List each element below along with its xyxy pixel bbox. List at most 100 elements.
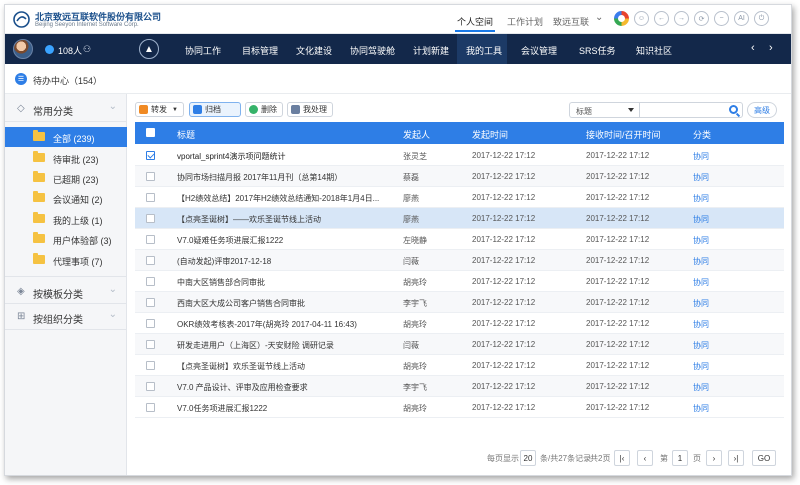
sidebar-item-overdue[interactable]: 已超期 (23) [5,168,127,188]
row-checkbox[interactable] [146,382,155,391]
search-input[interactable] [639,102,743,118]
chevron-down-icon[interactable]: ⌄ [595,12,603,23]
column-start-time[interactable]: 发起时间 [472,128,508,141]
power-icon[interactable]: ⏻ [754,11,769,26]
row-category[interactable]: 协同 [693,298,733,309]
row-title[interactable]: V7.0任务项进展汇报1222 [177,403,392,414]
chevron-right-icon[interactable]: › [769,42,773,54]
row-category[interactable]: 协同 [693,340,733,351]
row-category[interactable]: 协同 [693,319,733,330]
delete-button[interactable]: 删除 [245,102,283,117]
row-checkbox[interactable] [146,214,155,223]
row-checkbox[interactable] [146,235,155,244]
table-row[interactable]: 中南大区销售部合同审批 胡亮玲 2017-12-22 17:12 2017-12-22… [135,271,784,292]
row-title[interactable]: OKR绩效考核表-2017年(胡亮玲 2017-04-11 16:43) [177,319,392,330]
table-row[interactable]: 协同市场扫描月报 2017年11月刊（总第14期） 蔡磊 2017-12-22 17… [135,166,784,187]
avatar[interactable] [13,39,33,59]
back-icon[interactable]: ← [654,11,669,26]
sidebar-section-common[interactable]: ◇ 常用分类 ⌄ [5,94,127,122]
row-checkbox[interactable] [146,361,155,370]
forward-button[interactable]: 转发 ▼ [135,102,184,117]
tab-personal-space[interactable]: 个人空间 [457,15,493,28]
nav-item-collab-work[interactable]: 协同工作 [185,44,221,57]
nav-item-my-tools[interactable]: 我的工具 [466,44,502,57]
prev-page-button[interactable]: ‹ [637,450,653,466]
row-checkbox[interactable] [146,298,155,307]
sidebar-item-all[interactable]: 全部 (239) [5,127,127,147]
select-all-checkbox[interactable] [146,128,155,137]
table-row[interactable]: 研发走进用户（上海区）-天安财险 调研记录 闫薇 2017-12-22 17:12 2… [135,334,784,355]
row-title[interactable]: 【点亮圣诞树】欢乐圣诞节线上活动 [177,361,392,372]
per-page-input[interactable]: 20 [520,450,536,466]
row-title[interactable]: V7.0 产品设计、评审及应用检查要求 [177,382,392,393]
message-icon[interactable]: ☺ [634,11,649,26]
chevron-down-icon[interactable]: ⌄ [109,101,117,112]
table-row[interactable]: 【H2绩效总结】2017年H2绩效总结通知-2018年1月4日... 廖燕 2017… [135,187,784,208]
last-page-button[interactable]: ›| [728,450,744,466]
row-checkbox[interactable] [146,340,155,349]
sidebar-section-template[interactable]: ◈ 按模板分类 ⌄ [5,276,127,304]
table-row[interactable]: V7.0 产品设计、评审及应用检查要求 李宇飞 2017-12-22 17:12 20… [135,376,784,397]
row-category[interactable]: 协同 [693,361,733,372]
row-title[interactable]: vportal_sprint4演示项问题统计 [177,151,392,162]
search-field-select[interactable]: 标题 [569,102,639,118]
ai-icon[interactable]: AI [734,11,749,26]
row-title[interactable]: (自动发起)评审2017-12-18 [177,256,392,267]
table-row[interactable]: OKR绩效考核表-2017年(胡亮玲 2017-04-11 16:43) 胡亮玲 2… [135,313,784,334]
row-title[interactable]: 研发走进用户（上海区）-天安财险 调研记录 [177,340,392,351]
table-row[interactable]: (自动发起)评审2017-12-18 闫薇 2017-12-22 17:12 2017… [135,250,784,271]
row-checkbox[interactable] [146,193,155,202]
nav-item-cockpit[interactable]: 协同驾驶舱 [350,44,395,57]
online-user-count[interactable]: 108人 [58,44,82,57]
nav-item-knowledge[interactable]: 知识社区 [636,44,672,57]
row-title[interactable]: 【H2绩效总结】2017年H2绩效总结通知-2018年1月4日... [177,193,392,204]
row-checkbox[interactable] [146,403,155,412]
row-checkbox[interactable] [146,151,155,160]
row-category[interactable]: 协同 [693,172,733,183]
row-checkbox[interactable] [146,256,155,265]
tab-work-plan[interactable]: 工作计划 [507,15,543,28]
sidebar-section-org[interactable]: ⊞ 按组织分类 ⌄ [5,302,127,330]
sidebar-item-delegated[interactable]: 代理事项 (7) [5,250,127,270]
row-category[interactable]: 协同 [693,256,733,267]
user-icon[interactable]: ⚇ [83,44,91,55]
advanced-search-button[interactable]: 高级 [747,102,777,118]
nav-item-srs-task[interactable]: SRS任务 [579,44,616,57]
row-title[interactable]: 【点亮圣诞树】——欢乐圣诞节线上活动 [177,214,392,225]
row-title[interactable]: 协同市场扫描月报 2017年11月刊（总第14期） [177,172,392,183]
row-category[interactable]: 协同 [693,277,733,288]
next-page-button[interactable]: › [706,450,722,466]
nav-item-goal-mgmt[interactable]: 目标管理 [242,44,278,57]
column-receive-time[interactable]: 接收时间/召开时间 [586,128,661,141]
column-category[interactable]: 分类 [693,128,711,141]
row-category[interactable]: 协同 [693,151,733,162]
row-title[interactable]: V7.0疑难任务项进展汇报1222 [177,235,392,246]
archive-button[interactable]: 归档 [189,102,241,117]
sidebar-item-my-superior[interactable]: 我的上级 (1) [5,209,127,229]
handled-by-me-button[interactable]: 我处理 [287,102,333,117]
nav-item-new-plan[interactable]: 计划新建 [413,44,449,57]
table-row[interactable]: 西南大区大成公司客户销售合同审批 李宇飞 2017-12-22 17:12 2017-… [135,292,784,313]
table-row[interactable]: vportal_sprint4演示项问题统计 张灵芝 2017-12-22 17:1… [135,145,784,166]
row-category[interactable]: 协同 [693,403,733,414]
tab-seeyon[interactable]: 致远互联 [553,15,589,28]
row-title[interactable]: 中南大区销售部合同审批 [177,277,392,288]
column-sender[interactable]: 发起人 [403,128,430,141]
forward-icon[interactable]: → [674,11,689,26]
table-row[interactable]: 【点亮圣诞树】——欢乐圣诞节线上活动 廖燕 2017-12-22 17:12 2017… [135,208,784,229]
chevron-down-icon[interactable]: ⌄ [109,309,117,320]
nav-item-culture[interactable]: 文化建设 [296,44,332,57]
sidebar-item-ux-dept[interactable]: 用户体验部 (3) [5,229,127,249]
chevron-down-icon[interactable]: ⌄ [109,284,117,295]
refresh-icon[interactable]: ⟳ [694,11,709,26]
row-checkbox[interactable] [146,172,155,181]
nav-item-meeting[interactable]: 会议管理 [521,44,557,57]
table-row[interactable]: 【点亮圣诞树】欢乐圣诞节线上活动 胡亮玲 2017-12-22 17:12 2017-… [135,355,784,376]
first-page-button[interactable]: |‹ [614,450,630,466]
row-category[interactable]: 协同 [693,214,733,225]
row-category[interactable]: 协同 [693,193,733,204]
column-title[interactable]: 标题 [177,128,195,141]
row-checkbox[interactable] [146,277,155,286]
table-row[interactable]: V7.0任务项进展汇报1222 胡亮玲 2017-12-22 17:12 2017-1… [135,397,784,418]
sidebar-item-meeting-notice[interactable]: 会议通知 (2) [5,188,127,208]
